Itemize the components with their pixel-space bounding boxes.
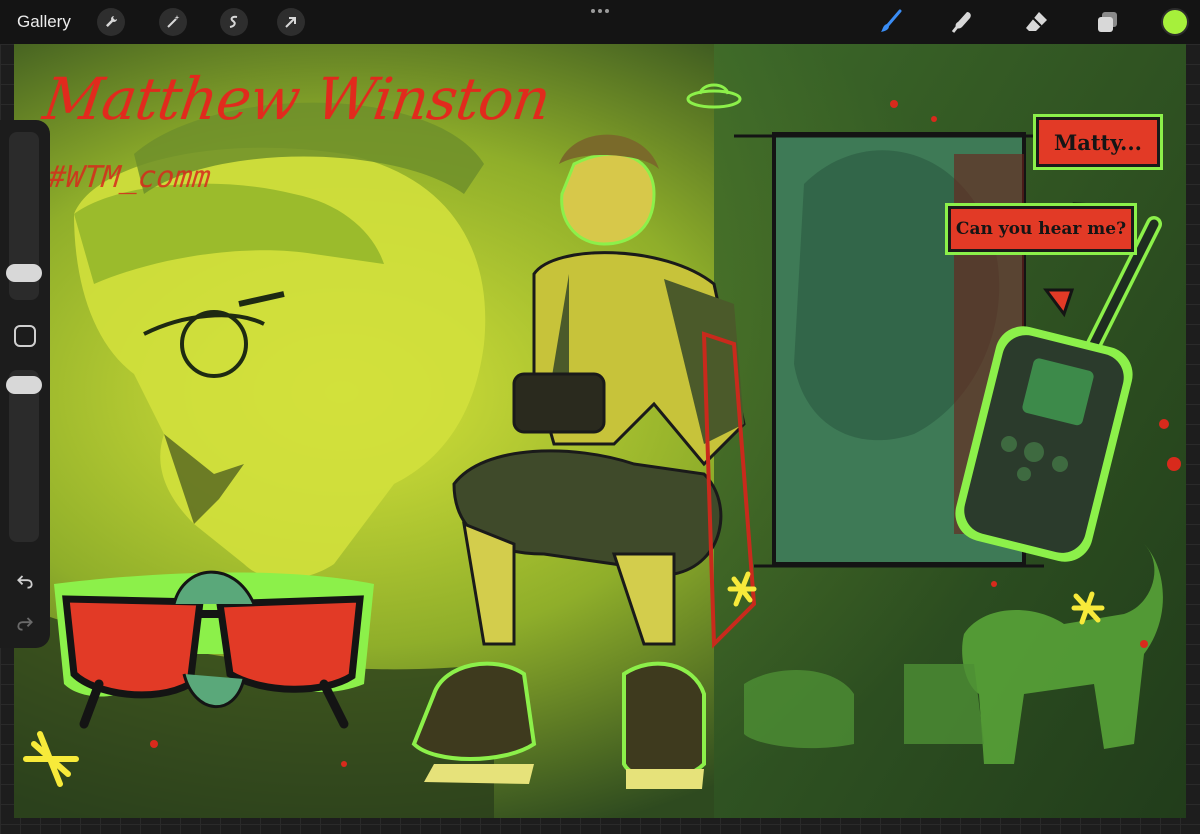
speech-bubble-hear-me: Can you hear me? [945,203,1137,255]
brush-icon[interactable] [876,7,906,37]
artwork-canvas[interactable]: Matthew Winston #WTM_comm Matty... Can y… [14,44,1186,818]
smudge-icon[interactable] [948,7,978,37]
layers-icon[interactable] [1092,7,1122,37]
wrench-icon[interactable] [97,8,125,36]
modify-button[interactable] [14,325,36,347]
color-picker[interactable] [1161,8,1189,36]
redo-icon[interactable] [12,610,38,636]
brush-sidebar [0,120,50,648]
top-toolbar: Gallery [0,0,1200,44]
magic-wand-icon[interactable] [159,8,187,36]
selection-icon[interactable] [220,8,248,36]
transform-arrow-icon[interactable] [277,8,305,36]
gallery-button[interactable]: Gallery [17,12,71,32]
opacity-handle[interactable] [6,376,42,394]
brush-size-handle[interactable] [6,264,42,282]
undo-icon[interactable] [12,568,38,594]
artwork-hashtag: #WTM_comm [46,160,213,195]
eraser-icon[interactable] [1022,7,1052,37]
opacity-slider[interactable] [9,370,39,542]
more-options-icon[interactable] [588,4,612,18]
speech-bubble-matty: Matty... [1033,114,1163,170]
artwork-title: Matthew Winston [39,65,554,133]
